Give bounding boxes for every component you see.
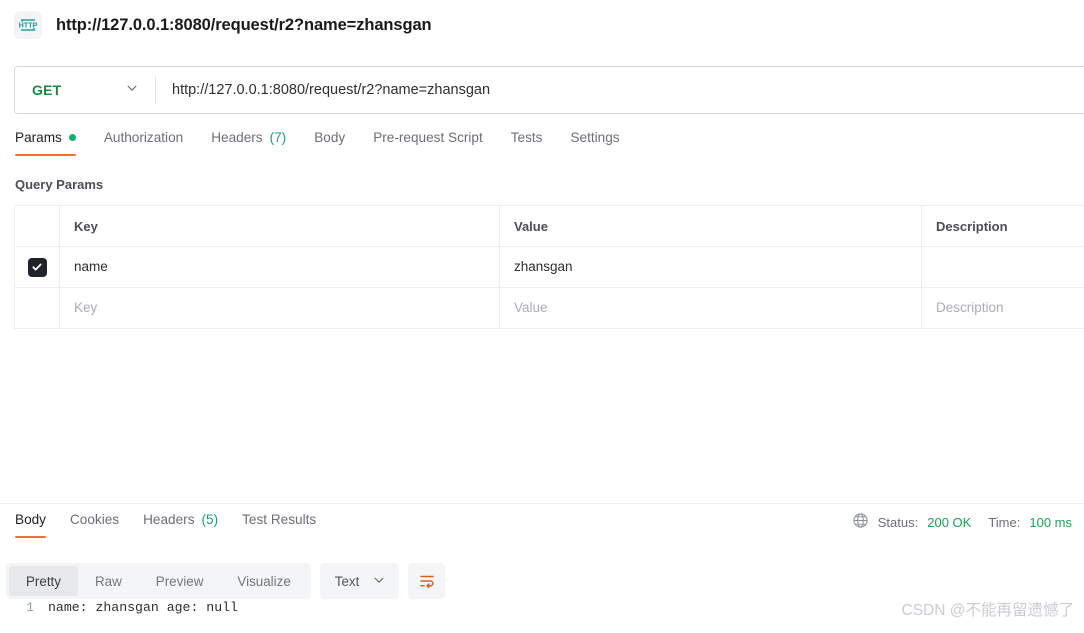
body-view-pretty[interactable]: Pretty [9,566,78,596]
placeholder-key-label: Key [74,300,98,315]
time-label: Time: [988,514,1021,530]
response-body-line: name: zhansgan age: null [48,600,238,615]
placeholder-value-cell[interactable]: Value [499,287,922,329]
check-icon [32,263,42,271]
placeholder-value-label: Value [514,300,548,315]
body-view-raw[interactable]: Raw [78,566,139,596]
chevron-down-icon [372,573,386,590]
word-wrap-button[interactable] [408,563,446,599]
query-params-title: Query Params [15,177,104,192]
response-tab-headers-label: Headers [143,512,195,527]
url-bar: GET [14,66,1084,114]
table-row: name zhansgan [14,246,1084,288]
globe-icon [852,512,869,532]
tab-authorization-label: Authorization [103,130,184,145]
tab-body-label: Body [314,130,346,145]
response-tab-test-results[interactable]: Test Results [242,508,316,538]
placeholder-description-label: Description [936,300,1004,315]
svg-text:HTTP: HTTP [19,21,38,30]
response-status-bar: Status: 200 OK Time: 100 ms [852,512,1072,532]
row-description-cell[interactable] [921,246,1084,288]
tab-authorization[interactable]: Authorization [104,128,183,156]
body-format-selector[interactable]: Text [319,563,400,599]
query-params-table: Key Value Description name zhansgan Key … [14,205,1084,329]
tab-settings[interactable]: Settings [570,128,619,156]
url-input[interactable] [156,67,1084,113]
header-checkbox-cell [14,205,60,247]
row-value-value: zhansgan [514,259,573,274]
body-format-label: Text [334,573,360,589]
body-view-switcher: Pretty Raw Preview Visualize [6,563,311,599]
tab-headers-count: (7) [269,130,287,145]
time-value[interactable]: 100 ms [1029,515,1072,530]
word-wrap-icon [420,575,434,589]
response-tab-headers-count: (5) [201,512,219,527]
header-description: Description [921,205,1084,247]
tab-params[interactable]: Params [15,128,76,156]
response-tab-cookies-label: Cookies [69,512,120,527]
placeholder-checkbox-cell [14,287,60,329]
response-divider [0,503,1084,504]
header-value: Value [499,205,922,247]
request-tabs: Params Authorization Headers (7) Body Pr… [0,128,1084,163]
response-body-content[interactable]: 1 name: zhansgan age: null [0,600,1084,615]
tab-pre-request-script[interactable]: Pre-request Script [373,128,483,156]
param-enabled-checkbox[interactable] [27,257,47,277]
request-title-row: HTTP http://127.0.0.1:8080/request/r2?na… [0,0,1084,50]
chevron-down-icon [125,81,139,100]
response-tab-body-label: Body [15,512,46,527]
http-protocol-icon: HTTP [14,11,42,39]
tab-body[interactable]: Body [314,128,345,156]
tab-headers[interactable]: Headers (7) [211,128,286,156]
tab-tests[interactable]: Tests [511,128,543,156]
response-tab-body[interactable]: Body [15,508,46,538]
row-key-value: name [74,259,108,274]
response-body-toolbar: Pretty Raw Preview Visualize Text [6,563,446,599]
row-value-cell[interactable]: zhansgan [499,246,922,288]
unsaved-dot-icon [68,134,76,141]
response-tab-test-results-label: Test Results [242,512,317,527]
row-checkbox-cell [14,246,60,288]
tab-settings-label: Settings [570,130,620,145]
line-number: 1 [26,600,34,615]
body-view-visualize[interactable]: Visualize [220,566,307,596]
table-row-placeholder: Key Value Description [14,287,1084,329]
tab-tests-label: Tests [510,130,543,145]
placeholder-key-cell[interactable]: Key [59,287,500,329]
table-header-row: Key Value Description [14,205,1084,247]
tab-params-label: Params [15,130,62,145]
http-method-selector[interactable]: GET [15,67,155,113]
postman-request-view: HTTP http://127.0.0.1:8080/request/r2?na… [0,0,1084,633]
row-key-cell[interactable]: name [59,246,500,288]
tab-pre-request-script-label: Pre-request Script [373,130,483,145]
response-tab-cookies[interactable]: Cookies [70,508,119,538]
status-label: Status: [877,514,919,530]
tab-headers-label: Headers [211,130,263,145]
http-method-label: GET [32,82,62,98]
response-tab-headers[interactable]: Headers (5) [143,508,218,538]
body-view-preview[interactable]: Preview [139,566,221,596]
placeholder-description-cell[interactable]: Description [921,287,1084,329]
status-badge[interactable]: 200 OK [927,515,971,530]
header-key: Key [59,205,500,247]
page-title: http://127.0.0.1:8080/request/r2?name=zh… [56,15,432,34]
